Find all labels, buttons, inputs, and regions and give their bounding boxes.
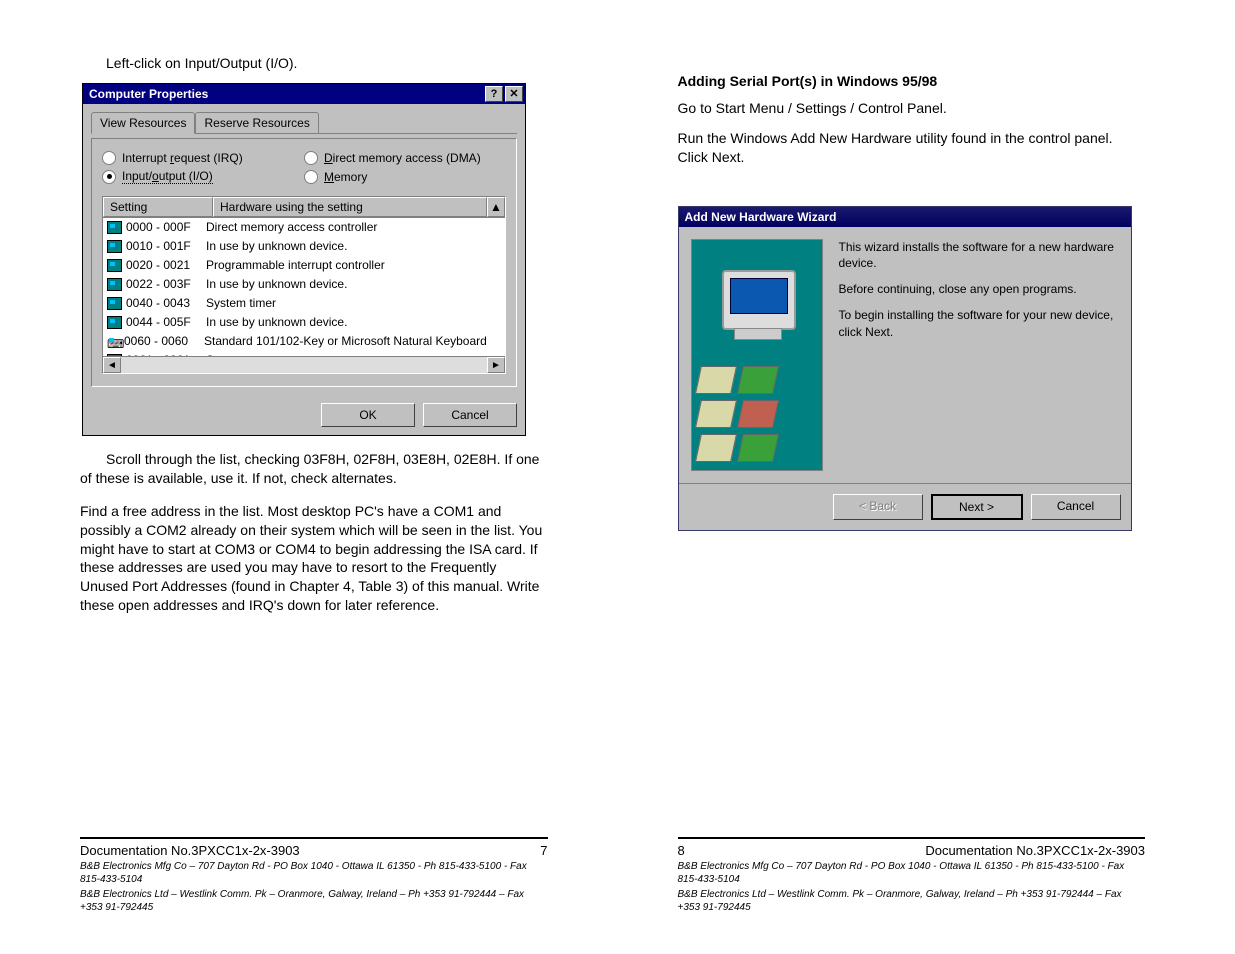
close-button[interactable]: ✕ <box>505 86 523 102</box>
radio-irq[interactable]: Interrupt request (IRQ) <box>102 149 304 167</box>
list-item[interactable]: 0000 - 000FDirect memory access controll… <box>103 218 505 237</box>
scroll-right-icon[interactable]: ► <box>487 357 505 373</box>
list-item[interactable]: 0022 - 003FIn use by unknown device. <box>103 275 505 294</box>
doc-no: Documentation No.3PXCC1x-2x-3903 <box>925 843 1145 858</box>
tab-strip: View Resources Reserve Resources <box>91 112 517 134</box>
device-icon <box>107 278 122 291</box>
next-button[interactable]: Next > <box>931 494 1023 520</box>
list-item[interactable]: ⌨0060 - 0060Standard 101/102-Key or Micr… <box>103 332 505 351</box>
back-button: < Back <box>833 494 923 520</box>
para-startmenu: Go to Start Menu / Settings / Control Pa… <box>678 99 1146 119</box>
section-heading: Adding Serial Port(s) in Windows 95/98 <box>678 73 1146 89</box>
list-item[interactable]: 0040 - 0043System timer <box>103 294 505 313</box>
doc-no: Documentation No.3PXCC1x-2x-3903 <box>80 843 300 858</box>
device-icon <box>107 240 122 253</box>
add-new-hardware-wizard: Add New Hardware Wizard This wizard inst… <box>678 206 1132 531</box>
list-item[interactable]: 0010 - 001FIn use by unknown device. <box>103 237 505 256</box>
cancel-button[interactable]: Cancel <box>423 403 517 427</box>
footer-address-2: B&B Electronics Ltd – Westlink Comm. Pk … <box>678 888 1146 914</box>
tab-reserve-resources[interactable]: Reserve Resources <box>195 112 318 133</box>
ok-button[interactable]: OK <box>321 403 415 427</box>
keyboard-icon: ⌨ <box>107 336 120 347</box>
page-footer-left: Documentation No.3PXCC1x-2x-3903 7 B&B E… <box>80 837 548 914</box>
footer-address-1: B&B Electronics Mfg Co – 707 Dayton Rd -… <box>678 860 1146 886</box>
cancel-button[interactable]: Cancel <box>1031 494 1121 520</box>
list-item[interactable]: 0044 - 005FIn use by unknown device. <box>103 313 505 332</box>
wizard-artwork <box>691 239 823 471</box>
para-scroll: Scroll through the list, checking 03F8H,… <box>80 450 548 488</box>
tab-view-resources[interactable]: View Resources <box>91 112 195 134</box>
radio-memory[interactable]: Memory <box>304 167 506 186</box>
horizontal-scrollbar[interactable]: ◄ ► <box>103 356 505 373</box>
page-number: 7 <box>540 843 547 858</box>
device-icon <box>107 354 122 356</box>
dialog-title: Computer Properties <box>89 87 483 101</box>
radio-io[interactable]: Input/output (I/O) <box>102 167 304 186</box>
scroll-left-icon[interactable]: ◄ <box>103 357 121 373</box>
resource-list: Setting Hardware using the setting ▲ 000… <box>102 196 506 374</box>
dialog-titlebar: Computer Properties ? ✕ <box>83 84 525 104</box>
footer-address-2: B&B Electronics Ltd – Westlink Comm. Pk … <box>80 888 548 914</box>
col-hardware[interactable]: Hardware using the setting <box>213 197 487 217</box>
para-run-utility: Run the Windows Add New Hardware utility… <box>678 129 1146 168</box>
help-button[interactable]: ? <box>485 86 503 102</box>
page-footer-right: 8 Documentation No.3PXCC1x-2x-3903 B&B E… <box>678 837 1146 914</box>
device-icon <box>107 259 122 272</box>
scroll-up-icon[interactable]: ▲ <box>487 197 505 217</box>
device-icon <box>107 316 122 329</box>
page-number: 8 <box>678 843 685 858</box>
instruction-left-click: Left-click on Input/Output (I/O). <box>106 55 548 71</box>
footer-address-1: B&B Electronics Mfg Co – 707 Dayton Rd -… <box>80 860 548 886</box>
radio-dma[interactable]: Direct memory access (DMA) <box>304 149 506 167</box>
list-item[interactable]: 0020 - 0021Programmable interrupt contro… <box>103 256 505 275</box>
device-icon <box>107 297 122 310</box>
para-find-free: Find a free address in the list. Most de… <box>80 502 548 615</box>
wizard-text: This wizard installs the software for a … <box>839 239 1119 471</box>
wizard-title: Add New Hardware Wizard <box>679 207 1131 227</box>
list-item[interactable]: 0061 - 0061S… <box>103 351 505 356</box>
computer-properties-dialog: Computer Properties ? ✕ View Resources R… <box>82 83 526 436</box>
device-icon <box>107 221 122 234</box>
col-setting[interactable]: Setting <box>103 197 213 217</box>
